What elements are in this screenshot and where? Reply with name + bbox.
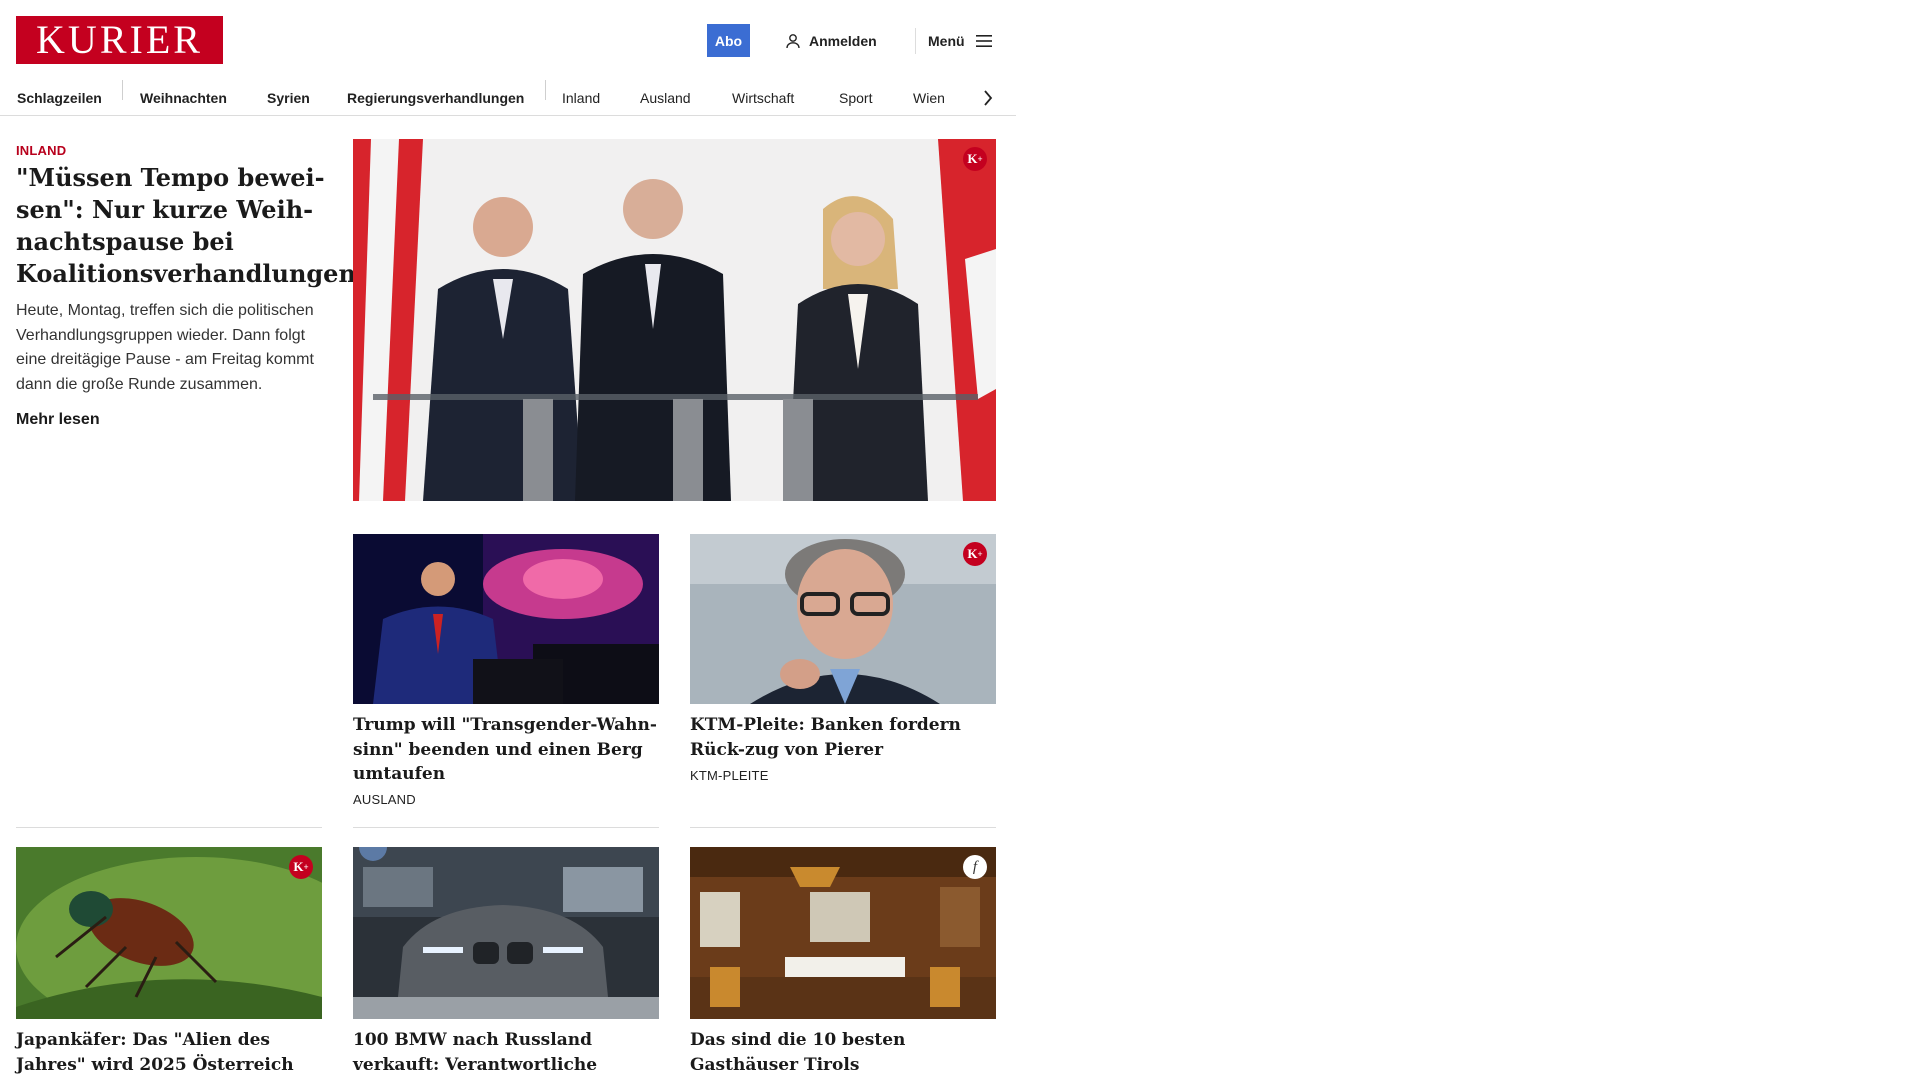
- section-nav: Schlagzeilen Weihnachten Syrien Regierun…: [0, 80, 1016, 116]
- nav-scroll-right-button[interactable]: [978, 80, 998, 116]
- top-bar: KURIER Abo Anmelden Menü: [0, 0, 1016, 80]
- lead-image[interactable]: K +: [353, 139, 996, 501]
- login-label: Anmelden: [809, 33, 877, 49]
- gasthaus-photo: [690, 847, 996, 1019]
- card-image-gasthaus[interactable]: f: [690, 847, 996, 1019]
- card-kicker-label: KTM-PLEITE: [690, 768, 769, 783]
- nav-item-schlagzeilen[interactable]: Schlagzeilen: [17, 80, 102, 116]
- nav-item-regierungsverhandlungen[interactable]: Regierungsverhandlungen: [347, 80, 524, 116]
- trump-photo: [353, 534, 659, 704]
- menu-label: Menü: [928, 33, 965, 49]
- card-headline[interactable]: Das sind die 10 besten Gasthäuser Tirols: [690, 1028, 996, 1077]
- nav-item-sport[interactable]: Sport: [839, 80, 872, 116]
- nav-item-syrien[interactable]: Syrien: [267, 80, 310, 116]
- nav-divider: [545, 80, 546, 100]
- bmw-photo: [353, 847, 659, 1019]
- lead-kicker[interactable]: INLAND: [16, 143, 66, 158]
- read-more-link[interactable]: Mehr lesen: [16, 411, 100, 429]
- nav-item-inland[interactable]: Inland: [562, 80, 600, 116]
- logo-text: KURIER: [36, 17, 203, 62]
- card-image-bmw[interactable]: [353, 847, 659, 1019]
- abo-button[interactable]: Abo: [707, 24, 750, 57]
- chevron-right-icon: [984, 90, 993, 106]
- card-headline[interactable]: Trump will "Transgender-Wahn-sinn" beend…: [353, 713, 659, 787]
- kurier-plus-icon: K +: [289, 855, 313, 879]
- card-image-beetle[interactable]: K +: [16, 847, 322, 1019]
- menu-button[interactable]: Menü: [928, 28, 993, 54]
- divider: [353, 827, 659, 828]
- hamburger-icon: [975, 35, 992, 47]
- card-image-trump[interactable]: [353, 534, 659, 704]
- nav-item-weihnachten[interactable]: Weihnachten: [140, 80, 227, 116]
- card-kicker[interactable]: KTM-PLEITE: [690, 768, 769, 783]
- genuss-icon: f: [963, 855, 987, 879]
- card-image-ktm[interactable]: K +: [690, 534, 996, 704]
- header-divider: [915, 28, 916, 54]
- nav-item-wien[interactable]: Wien: [913, 80, 945, 116]
- login-link[interactable]: Anmelden: [785, 28, 877, 54]
- divider: [690, 827, 996, 828]
- card-headline[interactable]: 100 BMW nach Russland verkauft: Verantwo…: [353, 1028, 659, 1080]
- nav-divider: [122, 80, 123, 100]
- kurier-logo[interactable]: KURIER: [16, 16, 223, 64]
- press-conference-photo: [353, 139, 996, 501]
- lead-headline[interactable]: "Müssen Tempo bewei-sen": Nur kurze Weih…: [16, 162, 356, 290]
- card-kicker[interactable]: AUSLAND: [353, 792, 416, 807]
- card-kicker-label: AUSLAND: [353, 792, 416, 807]
- lead-teaser: Heute, Montag, treffen sich die politisc…: [16, 302, 314, 393]
- kurier-plus-icon: K +: [963, 147, 987, 171]
- pierer-photo: [690, 534, 996, 704]
- page: KURIER Abo Anmelden Menü Schlagzeilen We…: [0, 0, 1016, 1080]
- kurier-plus-icon: K +: [963, 542, 987, 566]
- card-headline[interactable]: Japankäfer: Das "Alien des Jahres" wird …: [16, 1028, 322, 1080]
- beetle-photo: [16, 847, 322, 1019]
- card-headline[interactable]: KTM-Pleite: Banken fordern Rück-zug von …: [690, 713, 996, 762]
- divider: [16, 827, 322, 828]
- nav-item-ausland[interactable]: Ausland: [640, 80, 691, 116]
- nav-item-wirtschaft[interactable]: Wirtschaft: [732, 80, 794, 116]
- user-icon: [786, 34, 800, 49]
